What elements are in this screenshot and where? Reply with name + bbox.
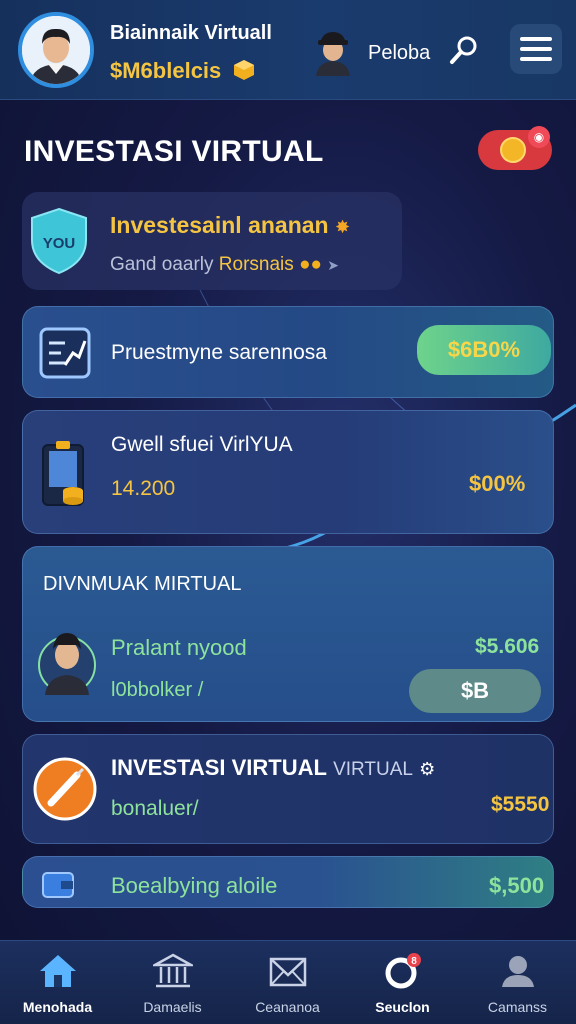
coin-icon — [500, 137, 526, 163]
card-4-label: INVESTASI VIRTUAL VIRTUAL ⚙ — [111, 755, 436, 780]
app-header: Biainnaik Virtuall $M6blelcis Peloba — [0, 0, 576, 100]
nav-item-mail[interactable]: Ceananoa — [230, 941, 345, 1024]
investment-card-3[interactable]: DIVNMUAK MIRTUAL Pralant nyood l0bbolker… — [22, 546, 554, 722]
bank-icon — [153, 953, 193, 988]
investment-card-5[interactable]: Boealbying aloile $,500 — [22, 856, 554, 908]
nav-label-notifications: Seuclon — [375, 999, 430, 1015]
notification-badge: ◉ — [528, 126, 550, 148]
nav-label-bank: Damaelis — [143, 999, 202, 1015]
arrow-icon: ➤ — [327, 257, 340, 273]
svg-text:8: 8 — [411, 956, 417, 967]
wallet-icon — [42, 872, 74, 898]
gold-box-icon — [234, 60, 254, 80]
card-2-amount: 14.200 — [111, 477, 176, 500]
card-4-value: $5550 — [491, 793, 550, 816]
card-3-label: Pralant nyood — [111, 635, 247, 660]
home-icon — [40, 955, 76, 987]
card-3-action-button[interactable]: $B — [409, 669, 541, 713]
card-3-sublabel: l0bbolker / — [111, 679, 204, 701]
card-2-label: Gwell sfuei VirlYUA — [111, 433, 293, 456]
card-4-sublabel: bonaluer/ — [111, 797, 199, 820]
clipboard-coins-icon — [42, 441, 84, 506]
card-3-heading: DIVNMUAK MIRTUAL — [43, 573, 242, 595]
nav-item-profile[interactable]: Camanss — [460, 941, 575, 1024]
rewards-button[interactable]: ◉ — [478, 126, 552, 170]
nav-label-home: Menohada — [22, 999, 93, 1015]
user-name: Biainnaik Virtuall — [110, 22, 272, 44]
notification-icon: 8 — [385, 953, 421, 989]
nav-label-mail: Ceananoa — [255, 999, 320, 1015]
advisor-avatar-icon — [38, 633, 96, 695]
card-5-value: $,500 — [489, 873, 545, 898]
nav-label-profile: Camanss — [487, 999, 548, 1015]
card-5-label: Boealbying aloile — [111, 873, 278, 898]
card-1-value-pill[interactable]: $6B0% — [417, 325, 551, 375]
bottom-navigation: Menohada Damaelis Ceananoa 8 Seuclon Cam… — [0, 940, 576, 1024]
investment-card-1[interactable]: Pruestmyne sarennosa $6B0% — [22, 306, 554, 398]
profile-icon — [502, 956, 534, 987]
nav-item-notifications[interactable]: 8 Seuclon — [345, 941, 460, 1024]
page-title: INVESTASI VIRTUAL — [24, 135, 324, 168]
card-1-label: Pruestmyne sarennosa — [111, 341, 327, 364]
shield-icon: YOU — [31, 207, 87, 275]
info-card-subtitle: Gand oaarly Rorsnais ●● ➤ — [110, 254, 340, 275]
svg-text:YOU: YOU — [43, 235, 76, 252]
nav-item-home[interactable]: Menohada — [0, 941, 115, 1024]
mail-icon — [269, 957, 307, 987]
nav-item-bank[interactable]: Damaelis — [115, 941, 230, 1024]
investment-info-card[interactable]: YOU Investesainl ananan ✸ Gand oaarly Ro… — [22, 192, 402, 290]
avatar-portrait-icon — [22, 16, 90, 84]
document-chart-icon — [39, 327, 91, 379]
investment-card-2[interactable]: Gwell sfuei VirlYUA 14.200 $00% — [22, 410, 554, 534]
search-icon[interactable] — [448, 34, 480, 66]
card-2-value: $00% — [469, 471, 526, 496]
settings-icon[interactable]: ⚙ — [419, 759, 435, 779]
sparkle-icon: ✸ — [334, 217, 351, 237]
investment-card-4[interactable]: INVESTASI VIRTUAL VIRTUAL ⚙ bonaluer/ $5… — [22, 734, 554, 844]
card-3-value: $5.606 — [475, 635, 540, 658]
menu-icon — [520, 37, 552, 41]
coins-icon: ●● — [299, 254, 323, 275]
pen-badge-icon — [33, 757, 97, 821]
header-user-label[interactable]: Peloba — [368, 42, 430, 65]
info-card-title: Investesainl ananan ✸ — [110, 212, 351, 238]
user-balance: $M6blelcis — [110, 58, 222, 83]
agent-avatar-icon[interactable] — [312, 28, 354, 76]
menu-button[interactable] — [510, 24, 562, 74]
user-avatar[interactable] — [18, 12, 94, 88]
